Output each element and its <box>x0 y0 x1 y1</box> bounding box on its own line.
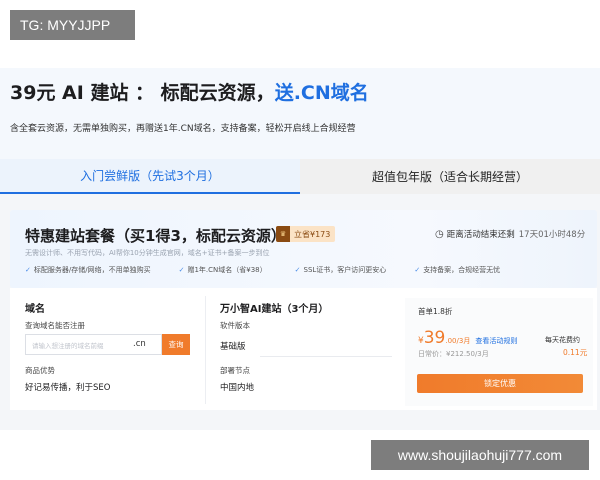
feature-item: ✓ 赠1年.CN域名（省¥38） <box>178 266 267 274</box>
feature-item: ✓ SSL证书，客户访问更安心 <box>294 266 387 274</box>
check-icon: ✓ <box>414 266 421 274</box>
page-title: 39元 AI 建站 ： 标配云资源，送.CN域名 <box>10 78 369 105</box>
package-description: 无需设计师、不用写代码，AI帮你10分钟生成官网，域名+证书+备案一步到位 <box>25 249 270 257</box>
domain-heading: 域名 <box>25 304 45 315</box>
price-value: 39 <box>423 328 446 348</box>
daily-cost-value: 0.11元 <box>563 348 588 357</box>
check-icon: ✓ <box>178 266 185 274</box>
watermark-bottom: www.shoujilaohuji777.com <box>371 440 589 470</box>
first-order-discount: 首单1.8折 <box>418 307 453 316</box>
countdown: ◷ 距离活动结束还剩 17天01小时48分 <box>435 228 586 241</box>
domain-suffix: .cn <box>133 339 146 349</box>
tab-annual[interactable]: 超值包年版（适合长期经营） <box>300 159 600 194</box>
page-subtitle: 含全套云资源，无需单独购买，再赠送1年.CN域名，支持备案，轻松开启线上合规经营 <box>10 124 356 134</box>
watermark-top: TG: MYYJJPP <box>10 10 135 40</box>
advantage-label: 商品优势 <box>25 366 55 375</box>
countdown-time: 17天01小时48分 <box>518 230 586 240</box>
site-heading: 万小智AI建站（3个月） <box>220 304 329 315</box>
feature-item: ✓ 支持备案，合规经营无忧 <box>414 266 501 274</box>
crown-icon: ♛ <box>276 226 290 242</box>
price: ¥ 39 .00/3月 查看活动规则 <box>418 328 517 348</box>
countdown-label: 距离活动结束还剩 <box>446 230 515 240</box>
feature-item: ✓ 标配服务器/存储/网络，不用单独购买 <box>25 266 151 274</box>
title-main: 39元 AI 建站 ： 标配云资源， <box>10 82 275 104</box>
tab-trial[interactable]: 入门尝鲜版（先试3个月） <box>0 159 300 194</box>
check-icon: ✓ <box>25 266 31 274</box>
version-value: 基础版 <box>220 342 246 352</box>
price-unit: .00/3月 <box>445 337 471 345</box>
clock-icon: ◷ <box>435 228 444 240</box>
rules-link[interactable]: 查看活动规则 <box>475 336 517 346</box>
daily-cost-label: 每天花费约 <box>545 336 580 344</box>
version-label: 软件版本 <box>220 321 250 330</box>
node-label: 部署节点 <box>220 366 250 375</box>
title-highlight: 送.CN域名 <box>274 82 369 104</box>
package-title: 特惠建站套餐（买1得3，标配云资源） <box>25 227 286 245</box>
version-underline <box>260 356 392 357</box>
query-button[interactable]: 查询 <box>162 334 190 355</box>
plan-tabs: 入门尝鲜版（先试3个月） 超值包年版（适合长期经营） <box>0 159 600 194</box>
check-icon: ✓ <box>294 266 301 274</box>
column-divider <box>205 296 206 404</box>
save-badge-label: 立省¥173 <box>294 229 331 239</box>
node-value: 中国内地 <box>220 383 255 393</box>
save-badge: ♛ 立省¥173 <box>276 226 336 242</box>
domain-query-label: 查询域名能否注册 <box>25 321 85 330</box>
lock-discount-button[interactable]: 锁定优惠 <box>417 374 583 393</box>
original-price: 日常价：¥212.50/3月 <box>418 350 489 358</box>
advantage-value: 好记易传播，利于SEO <box>25 383 111 393</box>
feature-list: ✓ 标配服务器/存储/网络，不用单独购买 ✓ 赠1年.CN域名（省¥38） ✓ SSL… <box>25 265 528 275</box>
